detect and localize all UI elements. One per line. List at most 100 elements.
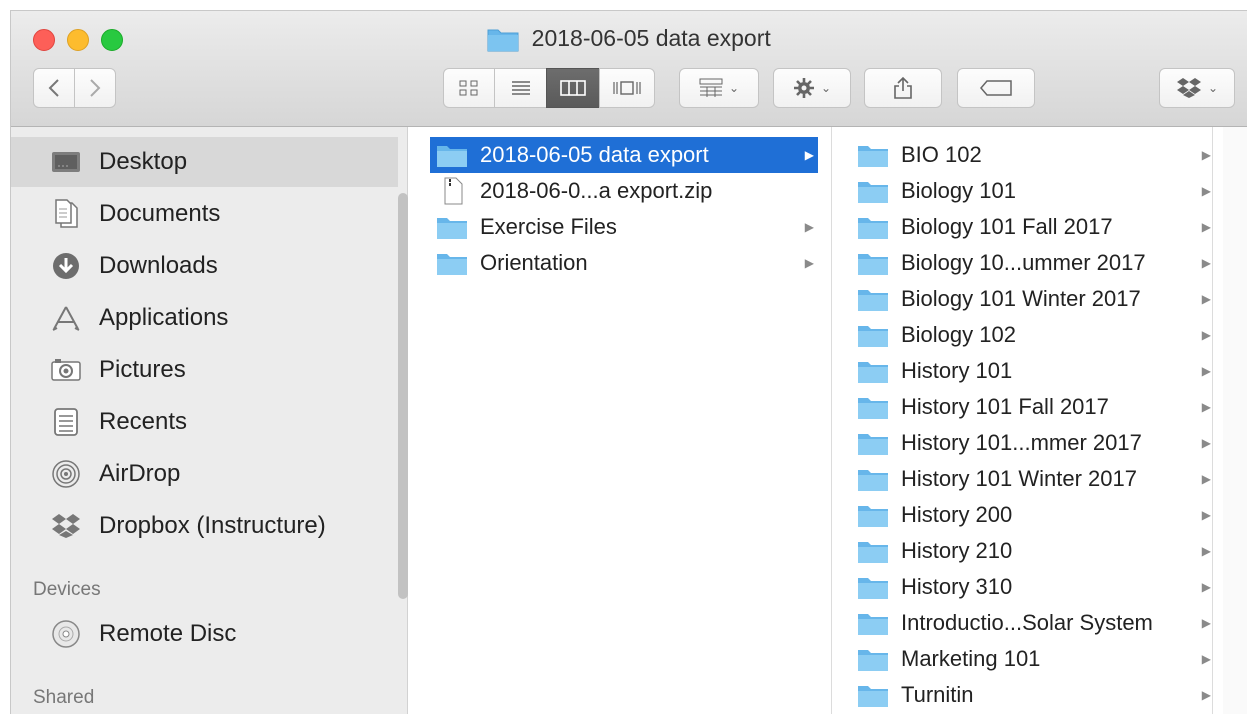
disc-icon (51, 619, 81, 649)
window-title-area: 2018-06-05 data export (11, 25, 1247, 52)
chevron-down-icon: ⌄ (728, 81, 740, 95)
sidebar-item-recents[interactable]: Recents (11, 397, 398, 447)
folder-icon (858, 182, 888, 203)
tag-button[interactable] (957, 68, 1035, 108)
item-label: Biology 10...ummer 2017 (901, 250, 1146, 275)
folder-icon (858, 398, 888, 419)
list-item-folder[interactable]: Turnitin ▶ (851, 677, 1215, 713)
list-item-folder[interactable]: History 101...mmer 2017 ▶ (851, 425, 1215, 461)
item-label: History 200 (901, 502, 1013, 527)
action-button[interactable]: ⌄ (773, 68, 851, 108)
folder-icon (858, 686, 888, 707)
list-view-button[interactable] (494, 68, 547, 108)
list-item-folder-exercise-files[interactable]: Exercise Files ▶ (430, 209, 818, 245)
sidebar-scrollbar[interactable] (398, 193, 408, 599)
sidebar-item-downloads[interactable]: Downloads (11, 241, 398, 291)
list-item-folder[interactable]: Introductio...Solar System ▶ (851, 605, 1215, 641)
back-button[interactable] (33, 68, 75, 108)
chevron-down-icon: ⌄ (820, 81, 832, 95)
share-button[interactable] (864, 68, 942, 108)
item-label: History 101...mmer 2017 (901, 430, 1142, 455)
sidebar-item-label: Pictures (99, 356, 186, 383)
sidebar-item-airdrop[interactable]: AirDrop (11, 449, 398, 499)
list-item-folder[interactable]: Biology 101 Fall 2017 ▶ (851, 209, 1215, 245)
list-item-folder[interactable]: History 210 ▶ (851, 533, 1215, 569)
list-item-folder-orientation[interactable]: Orientation ▶ (430, 245, 818, 281)
item-label: 2018-06-05 data export (480, 142, 709, 167)
list-item-folder-2018-06-05-data-export[interactable]: 2018-06-05 data export ▶ (430, 137, 818, 173)
item-label: History 310 (901, 574, 1013, 599)
column-view-icon (560, 80, 586, 96)
item-label: BIO 102 (901, 142, 982, 167)
cover-flow-icon (613, 81, 641, 95)
sidebar-item-label: Documents (99, 200, 221, 227)
item-label: Introductio...Solar System (901, 610, 1153, 635)
disclosure-arrow-icon: ▶ (1201, 652, 1211, 666)
sidebar-item-label: Applications (99, 304, 229, 331)
cover-flow-button[interactable] (599, 68, 655, 108)
disclosure-arrow-icon: ▶ (1201, 292, 1211, 306)
browser-column-1: 2018-06-05 data export ▶ 2018-06-0...a e… (420, 127, 832, 714)
zip-file-icon (444, 177, 463, 205)
folder-icon (437, 218, 467, 239)
list-item-folder[interactable]: Biology 102 ▶ (851, 317, 1215, 353)
folder-icon (858, 146, 888, 167)
item-label: Biology 102 (901, 322, 1016, 347)
item-label: Biology 101 (901, 178, 1016, 203)
share-icon (894, 76, 912, 99)
arrange-button[interactable]: ⌄ (679, 68, 759, 108)
tag-icon (980, 80, 1012, 96)
sidebar-item-remote-disc[interactable]: Remote Disc (11, 609, 398, 659)
folder-icon (858, 470, 888, 491)
disclosure-arrow-icon: ▶ (1201, 364, 1211, 378)
disclosure-arrow-icon: ▶ (1201, 688, 1211, 702)
list-item-folder[interactable]: History 310 ▶ (851, 569, 1215, 605)
sidebar-item-label: AirDrop (99, 460, 181, 487)
folder-icon (858, 434, 888, 455)
disclosure-arrow-icon: ▶ (1201, 184, 1211, 198)
downloads-icon (51, 251, 81, 281)
item-label: Marketing 101 (901, 646, 1041, 671)
applications-icon (51, 303, 81, 333)
list-item-folder[interactable]: Biology 10...ummer 2017 ▶ (851, 245, 1215, 281)
list-item-folder[interactable]: History 101 ▶ (851, 353, 1215, 389)
sidebar: Desktop Documents Downloads Applications… (11, 127, 408, 714)
column-view-button[interactable] (546, 68, 600, 108)
item-label: History 101 Fall 2017 (901, 394, 1109, 419)
list-item-folder[interactable]: History 200 ▶ (851, 497, 1215, 533)
list-item-zip-file[interactable]: 2018-06-0...a export.zip (430, 173, 818, 209)
disclosure-arrow-icon: ▶ (1201, 544, 1211, 558)
disclosure-arrow-icon: ▶ (1201, 400, 1211, 414)
list-item-folder[interactable]: Biology 101 ▶ (851, 173, 1215, 209)
list-item-folder[interactable]: History 101 Fall 2017 ▶ (851, 389, 1215, 425)
folder-icon (858, 218, 888, 239)
forward-button[interactable] (74, 68, 116, 108)
chevron-down-icon: ⌄ (1207, 81, 1219, 95)
list-item-folder[interactable]: History 101 Winter 2017 ▶ (851, 461, 1215, 497)
icon-view-icon (459, 80, 478, 96)
sidebar-item-dropbox[interactable]: Dropbox (Instructure) (11, 501, 398, 551)
dropbox-button[interactable]: ⌄ (1159, 68, 1235, 108)
recents-icon (51, 407, 81, 437)
chevron-right-icon (90, 79, 101, 97)
chevron-left-icon (48, 79, 59, 97)
list-item-folder[interactable]: Biology 101 Winter 2017 ▶ (851, 281, 1215, 317)
arrange-grid-icon (699, 78, 723, 97)
sidebar-item-applications[interactable]: Applications (11, 293, 398, 343)
sidebar-item-label: Dropbox (Instructure) (99, 512, 326, 539)
sidebar-item-desktop[interactable]: Desktop (11, 137, 398, 187)
item-label: Turnitin (901, 682, 974, 707)
browser-column-3 (1223, 127, 1247, 714)
item-label: 2018-06-0...a export.zip (480, 178, 713, 203)
list-item-folder[interactable]: BIO 102 ▶ (851, 137, 1215, 173)
item-label: Exercise Files (480, 214, 617, 239)
disclosure-arrow-icon: ▶ (804, 256, 814, 270)
sidebar-item-label: Desktop (99, 148, 188, 175)
folder-icon (858, 254, 888, 275)
folder-icon (437, 146, 467, 167)
sidebar-item-documents[interactable]: Documents (11, 189, 398, 239)
sidebar-item-pictures[interactable]: Pictures (11, 345, 398, 395)
list-item-folder[interactable]: Marketing 101 ▶ (851, 641, 1215, 677)
item-label: Biology 101 Fall 2017 (901, 214, 1113, 239)
icon-view-button[interactable] (443, 68, 495, 108)
